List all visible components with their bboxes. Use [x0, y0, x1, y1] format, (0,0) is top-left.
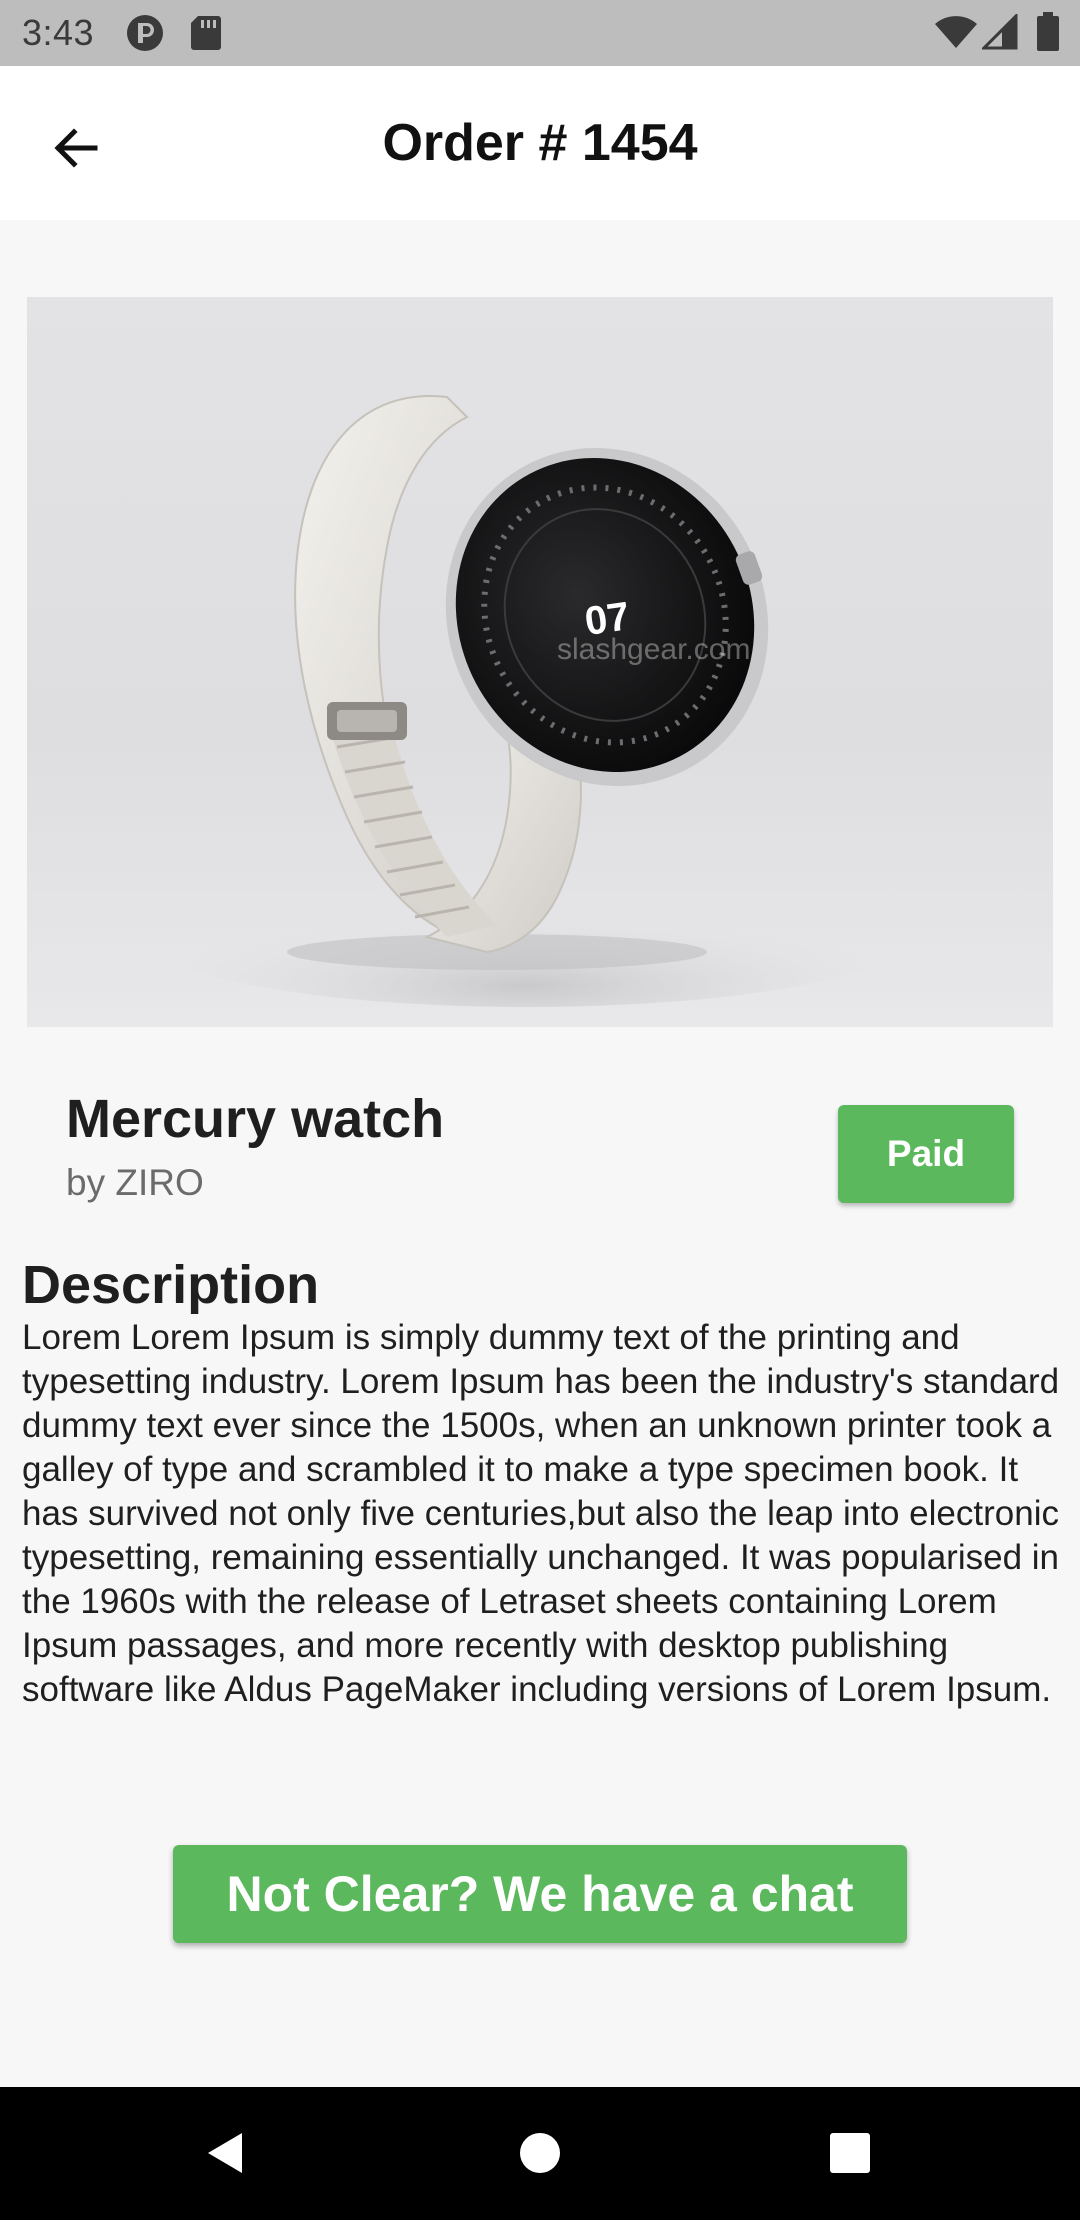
nav-back-icon: [208, 2133, 242, 2173]
nav-back-button[interactable]: [190, 2117, 262, 2189]
battery-icon: [1036, 12, 1060, 52]
chat-button[interactable]: Not Clear? We have a chat: [173, 1845, 907, 1943]
product-vendor: by ZIRO: [66, 1162, 204, 1203]
wifi-icon: [934, 16, 978, 50]
signal-icon: [980, 12, 1018, 50]
sd-card-icon: [190, 14, 222, 52]
back-button[interactable]: [36, 108, 116, 188]
navigation-bar: [0, 2087, 1080, 2220]
nav-recents-button[interactable]: [814, 2117, 886, 2189]
arrow-left-icon: [54, 128, 98, 168]
nav-recents-icon: [830, 2133, 870, 2173]
description-body: Lorem Lorem Ipsum is simply dummy text o…: [22, 1318, 1060, 1709]
smartwatch-image: 07 slashgear.com: [147, 395, 907, 1007]
status-time: 3:43: [22, 12, 95, 53]
app-bar: Order # 1454: [0, 66, 1080, 220]
description-heading: Description: [22, 1255, 320, 1315]
product-image: 07 slashgear.com: [27, 297, 1053, 1027]
page-title: Order # 1454: [382, 114, 698, 172]
product-name: Mercury watch: [66, 1089, 445, 1149]
image-watermark: slashgear.com: [557, 633, 750, 666]
notification-icon: [126, 14, 164, 52]
nav-home-icon: [520, 2133, 560, 2173]
nav-home-button[interactable]: [504, 2117, 576, 2189]
status-badge: Paid: [838, 1105, 1014, 1203]
status-bar: 3:43: [0, 0, 1080, 66]
